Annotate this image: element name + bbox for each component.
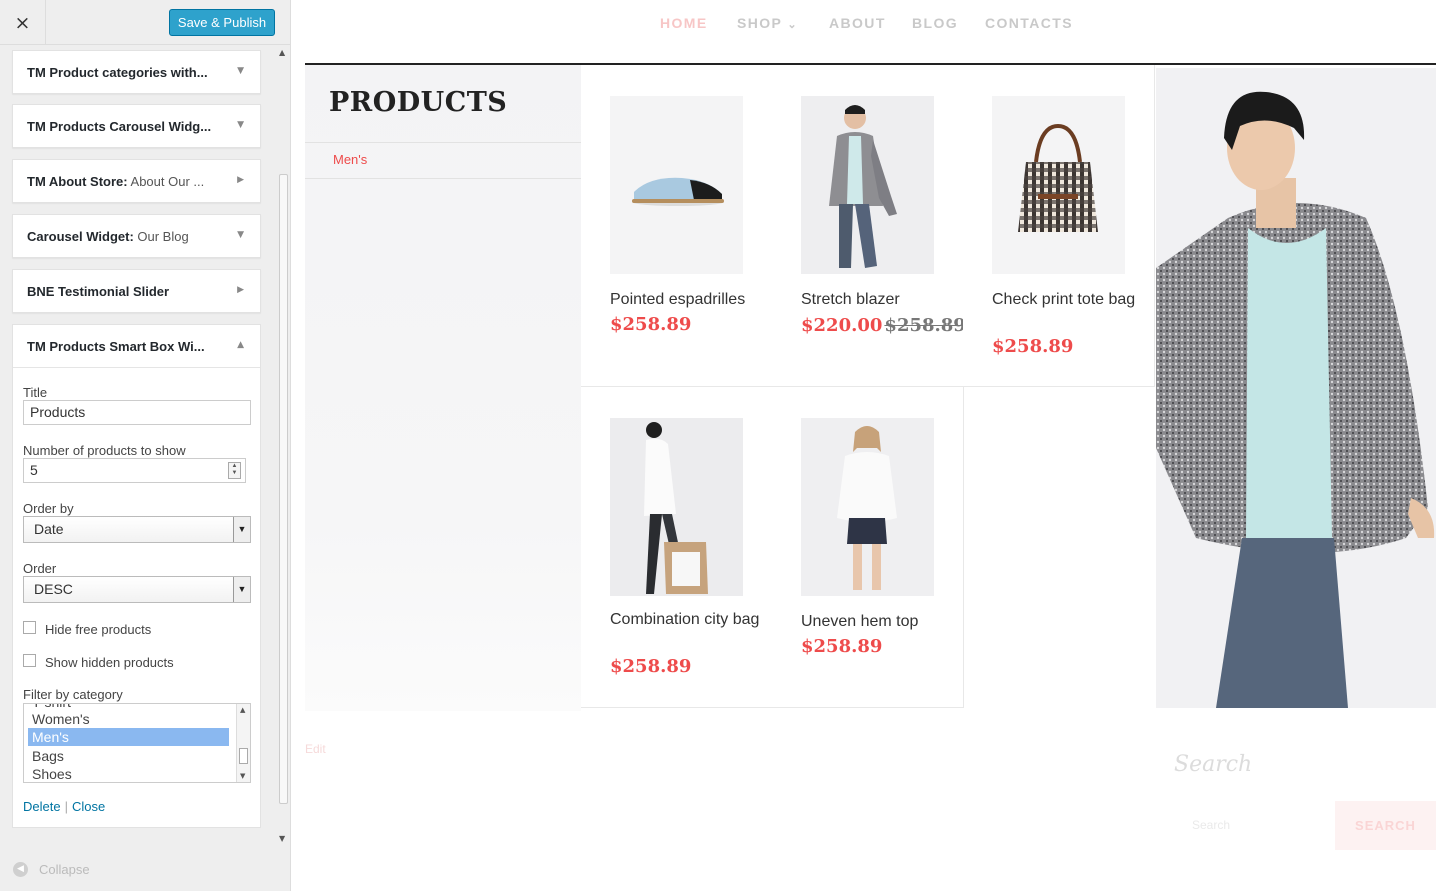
category-column: PRODUCTS Men's [305, 65, 581, 711]
category-link-mens[interactable]: Men's [333, 152, 367, 167]
scrollbar-thumb[interactable] [279, 174, 288, 804]
expand-arrow-icon[interactable]: ▼ [237, 230, 244, 240]
product-image-hem-top[interactable] [801, 418, 934, 596]
customizer-sidebar: × Save & Publish TM Product categories w… [0, 0, 291, 891]
nav-contacts[interactable]: CONTACTS [985, 15, 1073, 31]
widgets-panel: TM Product categories with... ▼ TM Produ… [0, 46, 277, 846]
close-customizer-button[interactable]: × [0, 0, 46, 45]
widget-title: Carousel Widget: Our Blog [27, 229, 189, 244]
scroll-up-icon[interactable]: ▲ [279, 48, 285, 57]
nav-home[interactable]: HOME [660, 15, 708, 31]
show-hidden-label: Show hidden products [45, 655, 174, 670]
search-input[interactable]: Search [1174, 802, 1324, 849]
show-hidden-checkbox[interactable] [23, 654, 36, 667]
divider [305, 142, 581, 143]
widget-product-categories[interactable]: TM Product categories with... ▼ [12, 50, 261, 94]
title-input[interactable]: Products [23, 400, 251, 425]
expand-arrow-icon[interactable]: ▼ [237, 66, 244, 76]
customizer-header: × Save & Publish [0, 0, 290, 45]
listbox-scrollbar[interactable]: ▲ ▼ [236, 704, 250, 782]
product-name[interactable]: Pointed espadrilles [610, 289, 760, 311]
hide-free-label: Hide free products [45, 622, 152, 637]
hide-free-checkbox[interactable] [23, 621, 36, 634]
divider [305, 178, 581, 179]
customizer-footer: ◀ Collapse [0, 846, 290, 891]
product-card[interactable]: Combination city bag $258.89 [581, 387, 773, 708]
count-input[interactable]: 5 ▲ ▼ [23, 458, 246, 483]
widget-title: BNE Testimonial Slider [27, 284, 170, 299]
nav-blog[interactable]: BLOG [912, 15, 958, 31]
edit-link[interactable]: Edit [305, 742, 326, 756]
section-title: PRODUCTS [329, 87, 508, 118]
main-navigation: HOME SHOP ⌄ ABOUT BLOG CONTACTS [291, 0, 1447, 46]
product-image-city-bag[interactable] [610, 418, 743, 596]
product-price: $258.89 [992, 336, 1074, 357]
site-preview: HOME SHOP ⌄ ABOUT BLOG CONTACTS PRODUCTS… [291, 0, 1447, 891]
filter-label: Filter by category [23, 687, 123, 702]
dropdown-arrow-icon: ▼ [233, 517, 250, 542]
title-label: Title [23, 385, 48, 400]
list-item[interactable]: Women's [28, 710, 229, 728]
product-card[interactable]: Stretch blazer $220.00 $258.89 [772, 65, 966, 387]
search-button[interactable]: SEARCH [1335, 801, 1436, 850]
product-image-espadrilles[interactable] [610, 96, 743, 274]
expand-arrow-icon[interactable]: ▼ [237, 120, 244, 130]
save-publish-button[interactable]: Save & Publish [169, 9, 275, 36]
order-label: Order [23, 561, 57, 576]
list-item[interactable]: Shoes [28, 765, 229, 782]
widget-testimonial-slider[interactable]: BNE Testimonial Slider ▶ [12, 269, 261, 313]
widget-products-carousel[interactable]: TM Products Carousel Widg... ▼ [12, 104, 261, 148]
product-price: $258.89 [610, 314, 692, 335]
collapse-icon[interactable]: ◀ [13, 862, 28, 877]
widget-title: TM Products Smart Box Wi... [27, 339, 205, 354]
product-card[interactable]: Uneven hem top $258.89 [772, 387, 964, 708]
orderby-label: Order by [23, 501, 74, 516]
category-listbox[interactable]: T-shirt Women's Men's Bags Shoes ▲ ▼ [23, 703, 251, 783]
product-price: $258.89 [610, 656, 692, 677]
widget-actions: Delete | Close [23, 799, 106, 814]
nav-about[interactable]: ABOUT [829, 15, 886, 31]
product-price: $258.89 [801, 636, 883, 657]
collapse-button[interactable]: Collapse [39, 862, 90, 877]
widget-header[interactable]: TM Products Smart Box Wi... ▲ [13, 325, 260, 368]
product-image-tote[interactable] [992, 96, 1125, 274]
old-price: $258.89 [884, 315, 966, 336]
list-item-selected[interactable]: Men's [28, 728, 229, 746]
spinner-icon[interactable]: ▲ ▼ [228, 462, 241, 479]
hero-banner-image[interactable] [1156, 68, 1436, 708]
widget-title: TM Product categories with... [27, 65, 208, 80]
product-name[interactable]: Combination city bag [610, 609, 760, 631]
close-icon: × [14, 11, 31, 34]
widget-title: TM Products Carousel Widg... [27, 119, 212, 134]
chevron-down-icon: ⌄ [787, 19, 798, 31]
widget-smart-box-expanded: TM Products Smart Box Wi... ▲ Title Prod… [12, 324, 261, 828]
close-link[interactable]: Close [72, 799, 105, 814]
orderby-select[interactable]: Date ▼ [23, 516, 251, 543]
widget-carousel-blog[interactable]: Carousel Widget: Our Blog ▼ [12, 214, 261, 258]
collapse-arrow-icon[interactable]: ▲ [237, 340, 244, 350]
count-label: Number of products to show [23, 443, 186, 458]
expand-arrow-icon[interactable]: ▶ [237, 175, 244, 185]
search-widget-title: Search [1174, 752, 1253, 777]
product-card[interactable]: Check print tote bag $258.89 [963, 65, 1155, 387]
product-price: $220.00 $258.89 [801, 315, 966, 336]
delete-link[interactable]: Delete [23, 799, 61, 814]
list-item[interactable]: Bags [28, 747, 229, 765]
order-select[interactable]: DESC ▼ [23, 576, 251, 603]
expand-arrow-icon[interactable]: ▶ [237, 285, 244, 295]
nav-shop[interactable]: SHOP ⌄ [737, 15, 798, 31]
dropdown-arrow-icon: ▼ [233, 577, 250, 602]
product-name[interactable]: Check print tote bag [992, 289, 1142, 311]
product-name[interactable]: Stretch blazer [801, 289, 951, 311]
widget-about-store[interactable]: TM About Store: About Our ... ▶ [12, 159, 261, 203]
product-card[interactable]: Pointed espadrilles $258.89 [581, 65, 773, 387]
scroll-down-icon[interactable]: ▼ [279, 834, 285, 843]
product-name[interactable]: Uneven hem top [801, 611, 951, 633]
product-image-blazer[interactable] [801, 96, 934, 274]
widget-title: TM About Store: About Our ... [27, 174, 205, 189]
sidebar-scrollbar[interactable]: ▲ ▼ [277, 46, 290, 846]
